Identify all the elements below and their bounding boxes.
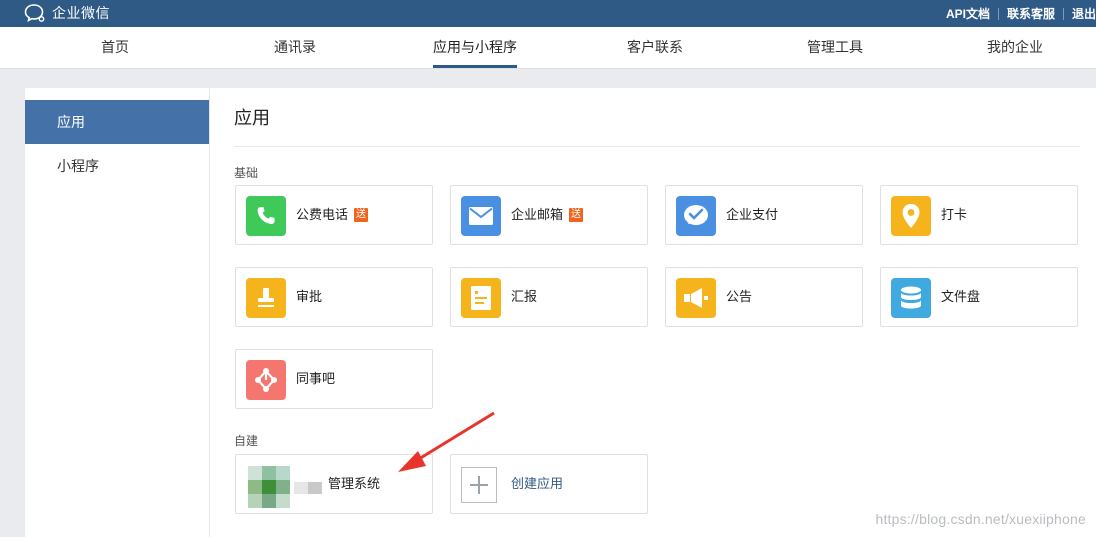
share-nodes-icon [246, 360, 286, 400]
app-name: 汇报 [511, 289, 538, 304]
sidebar-item-miniprograms[interactable]: 小程序 [25, 144, 209, 188]
wecom-logo-icon [24, 4, 45, 23]
create-app-button[interactable]: 创建应用 [450, 454, 648, 514]
app-card-management-system[interactable]: 管理系统 [235, 454, 433, 514]
tab-home[interactable]: 首页 [101, 27, 129, 68]
app-card-enterprise-mail[interactable]: 企业邮箱送 [450, 185, 648, 245]
top-bar: 企业微信 API文档 联系客服 退出 [0, 0, 1096, 27]
app-name: 企业支付 [726, 207, 779, 222]
app-name: 管理系统 [328, 476, 381, 491]
app-name: 打卡 [941, 207, 968, 222]
brand-logo[interactable]: 企业微信 [24, 3, 110, 23]
main-nav: 首页 通讯录 应用与小程序 客户联系 管理工具 我的企业 [0, 27, 1096, 69]
app-card-report[interactable]: 汇报 [450, 267, 648, 327]
app-name: 文件盘 [941, 289, 981, 304]
app-name: 公告 [726, 289, 753, 304]
title-divider [234, 146, 1080, 147]
tab-management-tools[interactable]: 管理工具 [807, 27, 863, 68]
watermark: https://blog.csdn.net/xuexiiphone [875, 511, 1086, 527]
gift-badge: 送 [569, 207, 584, 222]
logout-link[interactable]: 退出 [1064, 5, 1096, 22]
app-card-colleague-forum[interactable]: 同事吧 [235, 349, 433, 409]
tab-contacts[interactable]: 通讯录 [274, 27, 316, 68]
app-card-public-phone[interactable]: 公费电话送 [235, 185, 433, 245]
blurred-app-icon [242, 464, 332, 510]
main-panel: 应用 基础 公费电话送 企业邮箱送 企业支付 打卡 审批 汇报 公告 文件盘 同… [210, 88, 1096, 537]
section-label-basic: 基础 [234, 166, 259, 180]
report-icon [461, 278, 501, 318]
app-card-file-disk[interactable]: 文件盘 [880, 267, 1078, 327]
gift-badge: 送 [354, 207, 369, 222]
phone-icon [246, 196, 286, 236]
page-title: 应用 [234, 108, 270, 128]
brand-name: 企业微信 [52, 5, 110, 21]
app-card-check-in[interactable]: 打卡 [880, 185, 1078, 245]
app-name: 公费电话送 [296, 207, 369, 222]
contact-support-link[interactable]: 联系客服 [999, 5, 1063, 22]
stamp-icon [246, 278, 286, 318]
app-name: 审批 [296, 289, 323, 304]
app-name: 同事吧 [296, 371, 336, 386]
create-app-label: 创建应用 [511, 476, 564, 491]
location-pin-icon [891, 196, 931, 236]
sidebar-item-apps[interactable]: 应用 [25, 100, 209, 144]
tab-customer-contact[interactable]: 客户联系 [627, 27, 683, 68]
mail-icon [461, 196, 501, 236]
app-card-approval[interactable]: 审批 [235, 267, 433, 327]
pay-icon [676, 196, 716, 236]
api-docs-link[interactable]: API文档 [938, 5, 998, 22]
section-label-custom: 自建 [234, 434, 259, 448]
top-links: API文档 联系客服 退出 [938, 0, 1096, 27]
sidebar: 应用 小程序 [25, 88, 210, 537]
tab-my-enterprise[interactable]: 我的企业 [987, 27, 1043, 68]
plus-icon [461, 467, 497, 503]
app-card-enterprise-pay[interactable]: 企业支付 [665, 185, 863, 245]
app-card-announcement[interactable]: 公告 [665, 267, 863, 327]
megaphone-icon [676, 278, 716, 318]
app-name: 企业邮箱送 [511, 207, 584, 222]
tab-apps-miniprograms[interactable]: 应用与小程序 [433, 27, 517, 68]
database-icon [891, 278, 931, 318]
